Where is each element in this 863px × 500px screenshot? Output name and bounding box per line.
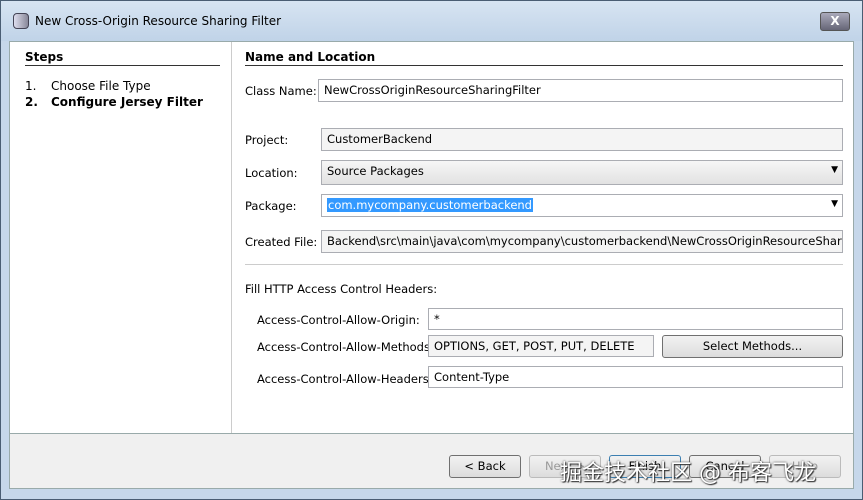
package-value: com.mycompany.customerbackend: [327, 198, 533, 212]
back-button[interactable]: < Back: [449, 455, 521, 478]
window-title: New Cross-Origin Resource Sharing Filter: [35, 14, 282, 28]
headers-label: Access-Control-Allow-Headers:: [257, 372, 433, 386]
dialog-window: New Cross-Origin Resource Sharing Filter…: [0, 0, 863, 500]
steps-panel: Steps 1. Choose File Type 2. Configure Jer…: [10, 42, 232, 433]
step-item-current: 2. Configure Jersey Filter: [25, 95, 203, 109]
created-file-label: Created File:: [245, 235, 318, 249]
methods-field: OPTIONS, GET, POST, PUT, DELETE: [428, 335, 654, 357]
chevron-down-icon: ▼: [831, 199, 838, 209]
app-icon: [13, 13, 29, 29]
form-panel: Name and Location Class Name: NewCrossOr…: [233, 42, 853, 433]
divider: [245, 264, 843, 265]
step-item: 1. Choose File Type: [25, 79, 151, 93]
origin-label: Access-Control-Allow-Origin:: [257, 313, 420, 327]
origin-input[interactable]: *: [428, 308, 843, 330]
select-methods-button[interactable]: Select Methods...: [662, 335, 843, 358]
divider: [25, 65, 220, 66]
package-combo[interactable]: com.mycompany.customerbackend ▼: [321, 194, 843, 217]
chevron-down-icon: ▼: [831, 165, 838, 175]
step-number: 1.: [25, 79, 37, 93]
location-value: Source Packages: [327, 164, 424, 178]
headers-input[interactable]: Content-Type: [428, 366, 843, 388]
divider: [245, 65, 843, 66]
step-label: Configure Jersey Filter: [51, 95, 203, 109]
title-bar: New Cross-Origin Resource Sharing Filter…: [1, 1, 862, 41]
headers-heading: Fill HTTP Access Control Headers:: [245, 282, 438, 296]
location-select[interactable]: Source Packages ▼: [321, 160, 843, 185]
created-file-field: Backend\src\main\java\com\mycompany\cust…: [321, 230, 843, 253]
step-label: Choose File Type: [51, 79, 151, 93]
project-field: CustomerBackend: [321, 128, 843, 151]
step-number: 2.: [25, 95, 38, 109]
project-label: Project:: [245, 133, 289, 147]
class-name-input[interactable]: NewCrossOriginResourceSharingFilter: [318, 79, 843, 102]
section-heading: Name and Location: [245, 50, 376, 64]
steps-heading: Steps: [25, 50, 64, 64]
methods-label: Access-Control-Allow-Methods:: [257, 340, 434, 354]
watermark: 掘金技术社区 @ 布客飞龙: [560, 461, 816, 486]
package-label: Package:: [245, 199, 297, 213]
close-button[interactable]: X: [820, 12, 850, 31]
class-name-label: Class Name:: [245, 84, 317, 98]
location-label: Location:: [245, 166, 298, 180]
